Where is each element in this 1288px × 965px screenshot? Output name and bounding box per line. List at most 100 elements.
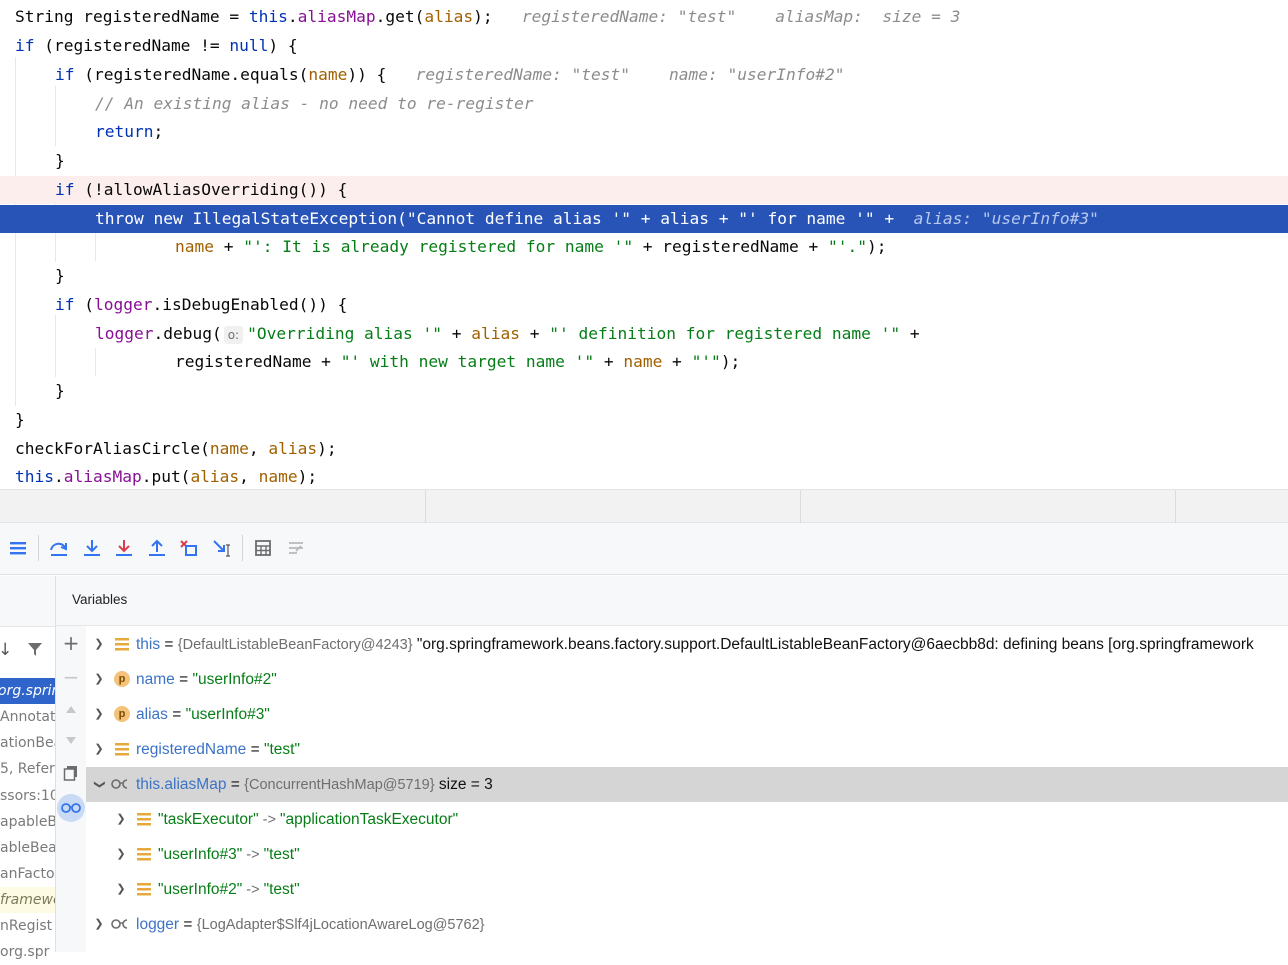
frame-item[interactable]: ableBean [0, 835, 55, 861]
code-string: "' with new target name '" [340, 352, 595, 371]
show-execution-point-button[interactable] [7, 537, 29, 559]
parameter-icon: p [114, 671, 130, 687]
code-line-3[interactable]: if (registeredName.equals(name)) { regis… [0, 61, 1288, 89]
drop-frame-icon [180, 540, 197, 556]
variable-name: logger [136, 916, 180, 933]
chevron-right-icon[interactable]: ❯ [93, 627, 105, 662]
code-line-10[interactable]: } [0, 262, 1288, 290]
watches-toggle-button[interactable] [57, 794, 85, 822]
chevron-right-icon[interactable]: ❯ [93, 697, 105, 732]
code-text: ); [720, 352, 741, 371]
evaluate-expression-button[interactable] [252, 537, 274, 559]
code-line-4[interactable]: // An existing alias - no need to re-reg… [0, 90, 1288, 118]
code-text: } [55, 266, 65, 285]
code-text: ); [473, 7, 493, 26]
code-field: aliasMap [63, 467, 142, 486]
arrow-down-icon[interactable]: ↓ [0, 640, 12, 660]
step-over-button[interactable] [48, 537, 70, 559]
inline-debug-value: registeredName: "test" name: "userInfo#2… [415, 65, 845, 84]
code-text: . [287, 7, 298, 26]
add-watch-button[interactable]: + [60, 631, 82, 655]
step-out-button[interactable] [146, 537, 168, 559]
frame-item[interactable]: apableB [0, 809, 55, 835]
code-param: name [209, 439, 249, 458]
code-line-15[interactable]: } [0, 406, 1288, 434]
code-text: } [55, 151, 65, 170]
map-entry-row[interactable]: ❯ "taskExecutor" -> "applicationTaskExec… [86, 802, 1288, 837]
map-arrow: -> [258, 812, 280, 828]
code-editor[interactable]: String registeredName = this.aliasMap.ge… [0, 0, 1288, 489]
frame-item[interactable]: ssors:10 [0, 783, 55, 809]
code-text: ) { [268, 36, 298, 55]
code-line-11[interactable]: if (logger.isDebugEnabled()) { [0, 291, 1288, 319]
variable-row-registeredname[interactable]: ❯ registeredName = "test" [86, 732, 1288, 767]
code-line-1[interactable]: String registeredName = this.aliasMap.ge… [0, 3, 1288, 31]
trace-current-stream-button[interactable] [285, 537, 307, 559]
force-step-into-button[interactable] [113, 537, 135, 559]
code-text: )) { [347, 65, 387, 84]
run-to-cursor-button[interactable] [212, 537, 234, 559]
variable-equals: = [160, 636, 178, 653]
map-key: "userInfo#3" [158, 846, 243, 863]
code-line-12[interactable]: logger.debug(o: "Overriding alias '" + al… [0, 320, 1288, 348]
variable-row-logger[interactable]: ❯ logger = {LogAdapter$Slf4jLocationAwar… [86, 907, 1288, 942]
frame-item[interactable]: Annotat [0, 704, 55, 730]
chevron-right-icon[interactable]: ❯ [93, 732, 105, 767]
step-into-icon [84, 540, 100, 556]
frame-item[interactable]: ationBea [0, 730, 55, 756]
frame-item[interactable]: nRegist [0, 913, 55, 939]
step-out-icon [149, 539, 165, 556]
code-line-5[interactable]: return; [0, 118, 1288, 146]
code-line-13[interactable]: registeredName + "' with new target name… [0, 348, 1288, 376]
frame-item[interactable]: anFacto [0, 861, 55, 887]
variable-row-aliasmap[interactable]: ❯ this.aliasMap = {ConcurrentHashMap@571… [86, 767, 1288, 802]
entry-icon [137, 883, 151, 896]
code-line-2[interactable]: if (registeredName != null) { [0, 32, 1288, 60]
map-entry-row[interactable]: ❯ "userInfo#3" -> "test" [86, 837, 1288, 872]
chevron-right-icon[interactable]: ❯ [115, 837, 127, 872]
code-string: "': It is already registered for name '" [243, 237, 634, 256]
code-line-6[interactable]: } [0, 147, 1288, 175]
frame-item[interactable]: org.spr [0, 939, 55, 965]
code-line-7[interactable]: if (!allowAliasOverriding()) { [0, 176, 1288, 204]
chevron-right-icon[interactable]: ❯ [93, 907, 105, 942]
map-entry-row[interactable]: ❯ "userInfo#2" -> "test" [86, 872, 1288, 907]
execution-point-line[interactable]: throw new IllegalStateException("Cannot … [0, 205, 1288, 233]
code-line-14[interactable]: } [0, 377, 1288, 405]
copy-button[interactable] [60, 762, 82, 784]
code-text: + [900, 324, 920, 343]
variable-row-this[interactable]: ❯ this = {DefaultListableBeanFactory@424… [86, 627, 1288, 662]
code-line-9[interactable]: name + "': It is already registered for … [0, 233, 1288, 261]
code-text: + [594, 352, 624, 371]
chevron-right-icon[interactable]: ❯ [115, 872, 127, 907]
debugger-toolbar [0, 523, 1288, 575]
calculator-icon [255, 540, 271, 556]
frame-item[interactable]: framewo [0, 887, 55, 913]
map-arrow: -> [242, 882, 264, 898]
frame-item[interactable]: org.sprin [0, 678, 55, 704]
code-text: ); [317, 439, 337, 458]
remove-watch-button[interactable]: − [60, 665, 82, 689]
code-text: (registeredName.equals( [74, 65, 309, 84]
code-string: "'." [827, 237, 867, 256]
code-line-17[interactable]: this.aliasMap.put(alias, name); [0, 463, 1288, 489]
code-line-16[interactable]: checkForAliasCircle(name, alias); [0, 435, 1288, 463]
chevron-right-icon[interactable]: ❯ [93, 662, 105, 697]
chevron-right-icon[interactable]: ❯ [115, 802, 127, 837]
parameter-icon: p [114, 706, 130, 722]
field-icon [115, 638, 129, 651]
drop-frame-button[interactable] [178, 537, 200, 559]
variable-row-alias[interactable]: ❯ p alias = "userInfo#3" [86, 697, 1288, 732]
move-down-button[interactable] [60, 730, 82, 752]
frame-item[interactable]: 5, Refere [0, 756, 55, 782]
code-text: .debug( [153, 324, 222, 343]
step-into-button[interactable] [81, 537, 103, 559]
inline-debug-value: registeredName: "test" aliasMap: size = … [521, 7, 961, 26]
move-up-button[interactable] [60, 698, 82, 720]
funnel-icon [28, 643, 42, 656]
inline-debug-value: alias: "userInfo#3" [913, 209, 1099, 228]
filter-icon[interactable] [27, 641, 43, 661]
variable-row-name[interactable]: ❯ p name = "userInfo#2" [86, 662, 1288, 697]
variable-type: {ConcurrentHashMap@5719} [244, 777, 435, 793]
code-text: + [520, 324, 550, 343]
